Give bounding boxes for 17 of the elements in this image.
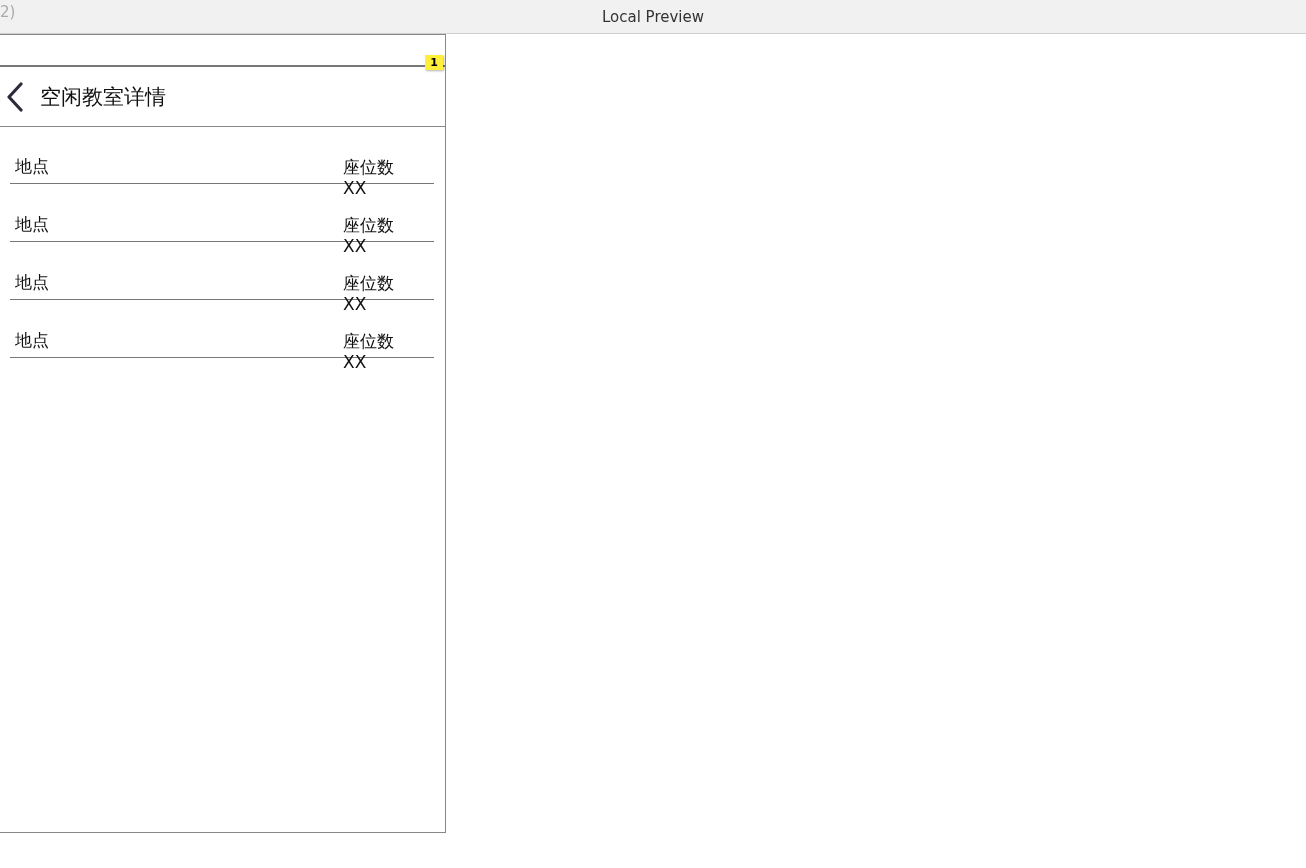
seat-count-value: XX: [343, 294, 368, 315]
seat-count-label: 座位数: [343, 331, 394, 352]
seat-count-value: XX: [343, 178, 368, 199]
location-label: 地点: [15, 329, 49, 352]
back-icon[interactable]: [6, 81, 24, 112]
location-label: 地点: [15, 155, 49, 178]
seat-count-label: 座位数: [343, 273, 394, 294]
seat-count-label: 座位数: [343, 157, 394, 178]
seat-count-value: XX: [343, 236, 368, 257]
page-title: 空闲教室详情: [40, 83, 166, 111]
location-label: 地点: [15, 271, 49, 294]
window-title-fragment: 2): [0, 3, 16, 21]
location-label: 地点: [15, 213, 49, 236]
seat-count-label: 座位数: [343, 215, 394, 236]
seat-count-value: XX: [343, 352, 368, 373]
number-badge: 1: [425, 55, 443, 70]
window-title: Local Preview: [601, 7, 704, 26]
